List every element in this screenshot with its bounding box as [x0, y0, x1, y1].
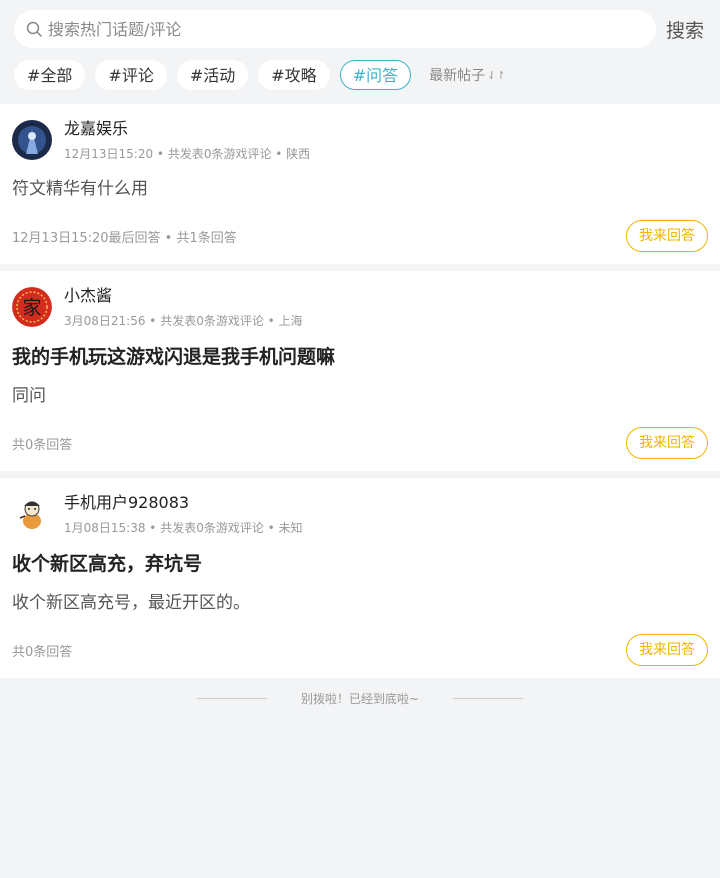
- search-button[interactable]: 搜索: [666, 16, 704, 43]
- tab-qa[interactable]: #问答: [339, 60, 412, 90]
- post-meta: 3月08日21:56 • 共发表0条游戏评论 • 上海: [64, 314, 303, 328]
- post-footer: 12月13日15:20最后回答 • 共1条回答 我来回答: [12, 220, 708, 252]
- post-body: 符文精华有什么用: [12, 179, 148, 199]
- user-name[interactable]: 手机用户928083: [64, 492, 303, 514]
- search-box[interactable]: [14, 10, 656, 48]
- post-card[interactable]: 龙嘉娱乐 12月13日15:20 • 共发表0条游戏评论 • 陕西 符文精华有什…: [0, 104, 720, 264]
- svg-text:家: 家: [22, 297, 41, 319]
- sort-label: 最新帖子: [429, 68, 486, 84]
- end-text: 别拨啦！已经到底啦~: [300, 691, 420, 706]
- tag-filter-row: #全部 #评论 #活动 #攻略 #问答 最新帖子 ⇃↾: [14, 60, 706, 90]
- search-row: 搜索: [14, 10, 706, 48]
- answer-count: 共0条回答: [12, 437, 73, 453]
- end-of-list-indicator: 别拨啦！已经到底啦~: [0, 678, 720, 718]
- answer-count: 共0条回答: [12, 644, 73, 660]
- tab-all[interactable]: #全部: [14, 60, 86, 90]
- tab-reviews[interactable]: #评论: [95, 60, 167, 90]
- sort-arrows-icon: ⇃↾: [487, 68, 506, 82]
- post-title[interactable]: 收个新区高充，弃坑号: [12, 550, 708, 578]
- user-name[interactable]: 小杰酱: [64, 285, 303, 307]
- user-name[interactable]: 龙嘉娱乐: [64, 118, 310, 140]
- post-meta: 12月13日15:20 • 共发表0条游戏评论 • 陕西: [64, 147, 311, 161]
- avatar[interactable]: [12, 494, 52, 534]
- user-info: 小杰酱 3月08日21:56 • 共发表0条游戏评论 • 上海: [64, 285, 303, 329]
- post-card[interactable]: 手机用户928083 1月08日15:38 • 共发表0条游戏评论 • 未知 收…: [0, 478, 720, 678]
- post-header: 手机用户928083 1月08日15:38 • 共发表0条游戏评论 • 未知: [12, 492, 708, 536]
- tab-guides[interactable]: #攻略: [258, 60, 330, 90]
- sort-dropdown[interactable]: 最新帖子 ⇃↾: [429, 65, 505, 85]
- top-header: 搜索 #全部 #评论 #活动 #攻略 #问答 最新帖子 ⇃↾: [0, 0, 720, 104]
- answer-button[interactable]: 我来回答: [626, 634, 708, 666]
- user-info: 龙嘉娱乐 12月13日15:20 • 共发表0条游戏评论 • 陕西: [64, 118, 310, 162]
- answer-button[interactable]: 我来回答: [626, 220, 708, 252]
- search-input[interactable]: [48, 19, 608, 39]
- post-card[interactable]: 家 小杰酱 3月08日21:56 • 共发表0条游戏评论 • 上海 我的手机玩这…: [0, 271, 720, 471]
- tab-events[interactable]: #活动: [176, 60, 249, 90]
- divider: [453, 697, 524, 699]
- user-info: 手机用户928083 1月08日15:38 • 共发表0条游戏评论 • 未知: [64, 492, 303, 536]
- post-title[interactable]: 我的手机玩这游戏闪退是我手机问题嘛: [12, 343, 708, 371]
- divider: [196, 697, 267, 699]
- post-footer: 共0条回答 我来回答: [12, 634, 708, 666]
- post-body: 收个新区高充号，最近开区的。: [12, 593, 250, 613]
- post-meta: 1月08日15:38 • 共发表0条游戏评论 • 未知: [64, 521, 303, 535]
- avatar[interactable]: 家: [12, 287, 52, 327]
- post-header: 龙嘉娱乐 12月13日15:20 • 共发表0条游戏评论 • 陕西: [12, 118, 708, 162]
- post-footer: 共0条回答 我来回答: [12, 427, 708, 459]
- answer-count: 12月13日15:20最后回答 • 共1条回答: [12, 230, 237, 246]
- post-header: 家 小杰酱 3月08日21:56 • 共发表0条游戏评论 • 上海: [12, 285, 708, 329]
- avatar[interactable]: [12, 120, 52, 160]
- post-body: 同问: [12, 386, 46, 406]
- search-icon: [26, 20, 44, 38]
- answer-button[interactable]: 我来回答: [626, 427, 708, 459]
